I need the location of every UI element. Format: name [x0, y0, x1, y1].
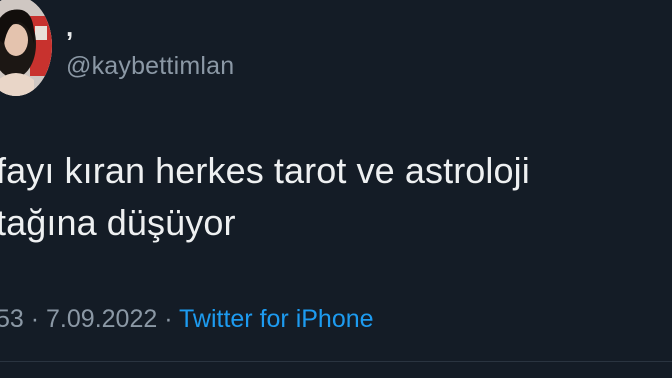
display-name[interactable]: ,	[66, 12, 73, 42]
user-handle[interactable]: @kaybettimlan	[66, 51, 234, 81]
tweet-date[interactable]: 7.09.2022	[46, 305, 157, 333]
tweet-card: , @kaybettimlan fayı kıran herkes tarot …	[0, 0, 672, 378]
avatar-image	[0, 0, 52, 96]
divider	[0, 361, 672, 362]
tweet-time[interactable]: 53	[0, 305, 24, 333]
tweet-source-link[interactable]: Twitter for iPhone	[179, 305, 374, 333]
tweet-metadata: 53 · 7.09.2022 · Twitter for iPhone	[0, 302, 374, 336]
tweet-text: fayı kıran herkes tarot ve astroloji tağ…	[0, 145, 666, 249]
meta-separator: ·	[23, 305, 47, 333]
tweet-text-line-2: tağına düşüyor	[0, 202, 236, 243]
avatar[interactable]	[0, 0, 52, 96]
tweet-text-line-1: fayı kıran herkes tarot ve astroloji	[0, 150, 530, 191]
meta-separator: ·	[157, 305, 180, 333]
